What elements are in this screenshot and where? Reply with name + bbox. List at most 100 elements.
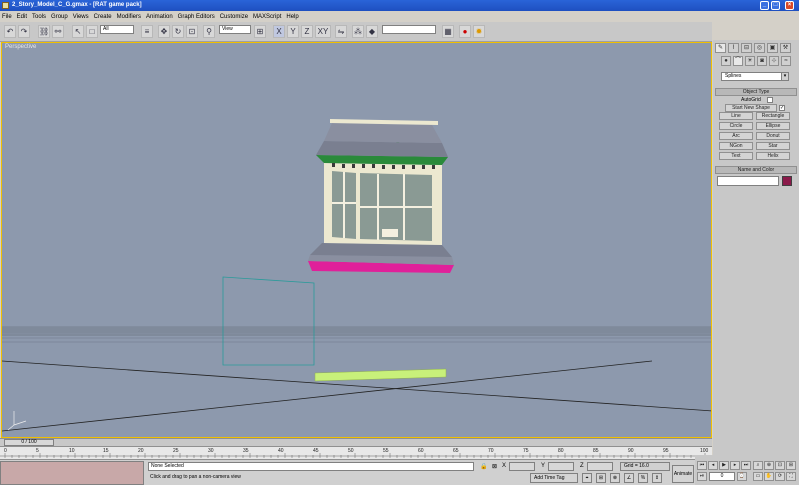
scale-icon[interactable]: ⊡	[186, 25, 198, 38]
motion-tab-icon[interactable]: ◎	[754, 43, 765, 53]
pivot-center-icon[interactable]: ⊞	[254, 25, 266, 38]
helpers-icon[interactable]: ⊹	[769, 56, 779, 66]
pan-icon[interactable]: ✋	[764, 472, 774, 481]
zoom-extents-all-icon[interactable]: ⊞	[786, 461, 796, 470]
y-coord-field[interactable]	[548, 462, 574, 471]
time-config-icon[interactable]: ⌚	[737, 472, 747, 481]
chevron-down-icon[interactable]: ▾	[781, 73, 788, 80]
modify-tab-icon[interactable]: ⌇	[728, 43, 739, 53]
circle-button[interactable]: Circle	[719, 122, 753, 130]
move-icon[interactable]: ✥	[158, 25, 170, 38]
select-link-icon[interactable]: ⛓	[38, 25, 50, 38]
rectangle-button[interactable]: Rectangle	[756, 112, 790, 120]
maximize-button[interactable]: □	[771, 1, 780, 10]
redo-icon[interactable]: ↷	[18, 25, 30, 38]
region-zoom-icon[interactable]: ▭	[753, 472, 763, 481]
z-coord-field[interactable]	[587, 462, 613, 471]
object-name-input[interactable]	[717, 176, 779, 186]
create-tab-icon[interactable]: ✎	[715, 43, 726, 53]
array-icon[interactable]: ⁂	[352, 25, 364, 38]
cameras-icon[interactable]: ◙	[757, 56, 767, 66]
key-mode-icon[interactable]: ⏯	[697, 472, 707, 481]
menu-graph-editors[interactable]: Graph Editors	[178, 14, 215, 20]
key-filter-icon[interactable]: ⊞	[596, 473, 606, 483]
selection-filter-select[interactable]: All	[100, 25, 134, 34]
menu-modifiers[interactable]: Modifiers	[117, 14, 141, 20]
menu-views[interactable]: Views	[73, 14, 89, 20]
menu-help[interactable]: Help	[286, 14, 298, 20]
zoom-all-icon[interactable]: ⊕	[764, 461, 774, 470]
menu-edit[interactable]: Edit	[17, 14, 27, 20]
x-coord-field[interactable]	[509, 462, 535, 471]
restrict-y-icon[interactable]: Y	[287, 25, 299, 38]
angle-snap-icon[interactable]: ∠	[624, 473, 634, 483]
zoom-extents-icon[interactable]: ⊡	[775, 461, 785, 470]
arc-rotate-icon[interactable]: ⟳	[775, 472, 785, 481]
percent-snap-icon[interactable]: %	[638, 473, 648, 483]
select-manipulate-icon[interactable]: ⚲	[203, 25, 215, 38]
start-new-shape-checkbox[interactable]: ✓	[779, 105, 785, 111]
current-frame-input[interactable]: 0	[709, 472, 735, 481]
menu-file[interactable]: File	[2, 14, 12, 20]
line-button[interactable]: Line	[719, 112, 753, 120]
animate-button[interactable]: Animate	[672, 465, 694, 483]
category-select[interactable]: Splines ▾	[721, 72, 789, 81]
ellipse-button[interactable]: Ellipse	[756, 122, 790, 130]
geometry-icon[interactable]: ●	[721, 56, 731, 66]
start-new-shape-button[interactable]: Start New Shape	[725, 104, 777, 112]
snap-toggle-icon[interactable]: ⊗	[610, 473, 620, 483]
undo-icon[interactable]: ↶	[4, 25, 16, 38]
menu-animation[interactable]: Animation	[146, 14, 173, 20]
select-object-icon[interactable]: ↖	[72, 25, 84, 38]
reference-coord-select[interactable]: View	[219, 25, 251, 34]
hierarchy-tab-icon[interactable]: ⊟	[741, 43, 752, 53]
named-selection-select[interactable]	[382, 25, 436, 34]
go-to-end-icon[interactable]: ⏭	[741, 461, 751, 470]
name-and-color-rollout[interactable]: Name and Color	[715, 166, 797, 174]
minimize-button[interactable]: _	[760, 1, 769, 10]
helix-button[interactable]: Helix	[756, 152, 790, 160]
star-button[interactable]: Star	[756, 142, 790, 150]
material-editor-icon[interactable]: ▦	[442, 25, 454, 38]
text-button[interactable]: Text	[719, 152, 753, 160]
ngon-button[interactable]: NGon	[719, 142, 753, 150]
shapes-icon[interactable]: ⌒	[733, 56, 743, 66]
set-key-icon[interactable]: ⌖	[582, 473, 592, 483]
utilities-tab-icon[interactable]: ⚒	[780, 43, 791, 53]
menu-customize[interactable]: Customize	[220, 14, 248, 20]
maxscript-listener-mini[interactable]	[0, 461, 144, 485]
menu-group[interactable]: Group	[51, 14, 68, 20]
previous-frame-icon[interactable]: ◂	[708, 461, 718, 470]
menu-maxscript[interactable]: MAXScript	[253, 14, 281, 20]
track-bar[interactable]: 0 5 10 15 20 25 30 35 40 45 50 55 60 65 …	[0, 446, 712, 459]
menu-create[interactable]: Create	[94, 14, 112, 20]
spinner-snap-icon[interactable]: ⇕	[652, 473, 662, 483]
autogrid-checkbox[interactable]	[767, 97, 773, 103]
object-color-swatch[interactable]	[782, 176, 792, 186]
region-select-icon[interactable]: □	[86, 25, 98, 38]
select-by-name-icon[interactable]: ≡	[141, 25, 153, 38]
zoom-icon[interactable]: ⌕	[753, 461, 763, 470]
time-slider-thumb[interactable]: 0 / 100	[4, 439, 54, 446]
unlink-icon[interactable]: ⚯	[52, 25, 64, 38]
perspective-viewport[interactable]: Perspective	[1, 42, 712, 438]
lights-icon[interactable]: ☀	[745, 56, 755, 66]
render-icon[interactable]: ●	[459, 25, 471, 38]
menu-tools[interactable]: Tools	[32, 14, 46, 20]
restrict-xy-icon[interactable]: XY	[315, 25, 331, 38]
rotate-icon[interactable]: ↻	[172, 25, 184, 38]
maximize-viewport-icon[interactable]: ⛶	[786, 472, 796, 481]
mirror-icon[interactable]: ⇋	[335, 25, 347, 38]
play-icon[interactable]: ▶	[719, 461, 729, 470]
next-frame-icon[interactable]: ▸	[730, 461, 740, 470]
add-time-tag-button[interactable]: Add Time Tag	[530, 473, 578, 483]
align-icon[interactable]: ◆	[366, 25, 378, 38]
viewport-label[interactable]: Perspective	[5, 44, 36, 50]
close-button[interactable]: ×	[785, 1, 794, 10]
display-tab-icon[interactable]: ▣	[767, 43, 778, 53]
restrict-x-icon[interactable]: X	[273, 25, 285, 38]
restrict-z-icon[interactable]: Z	[301, 25, 313, 38]
quick-render-icon[interactable]: ✹	[473, 25, 485, 38]
absolute-mode-icon[interactable]: ⊠	[492, 463, 499, 471]
donut-button[interactable]: Donut	[756, 132, 790, 140]
